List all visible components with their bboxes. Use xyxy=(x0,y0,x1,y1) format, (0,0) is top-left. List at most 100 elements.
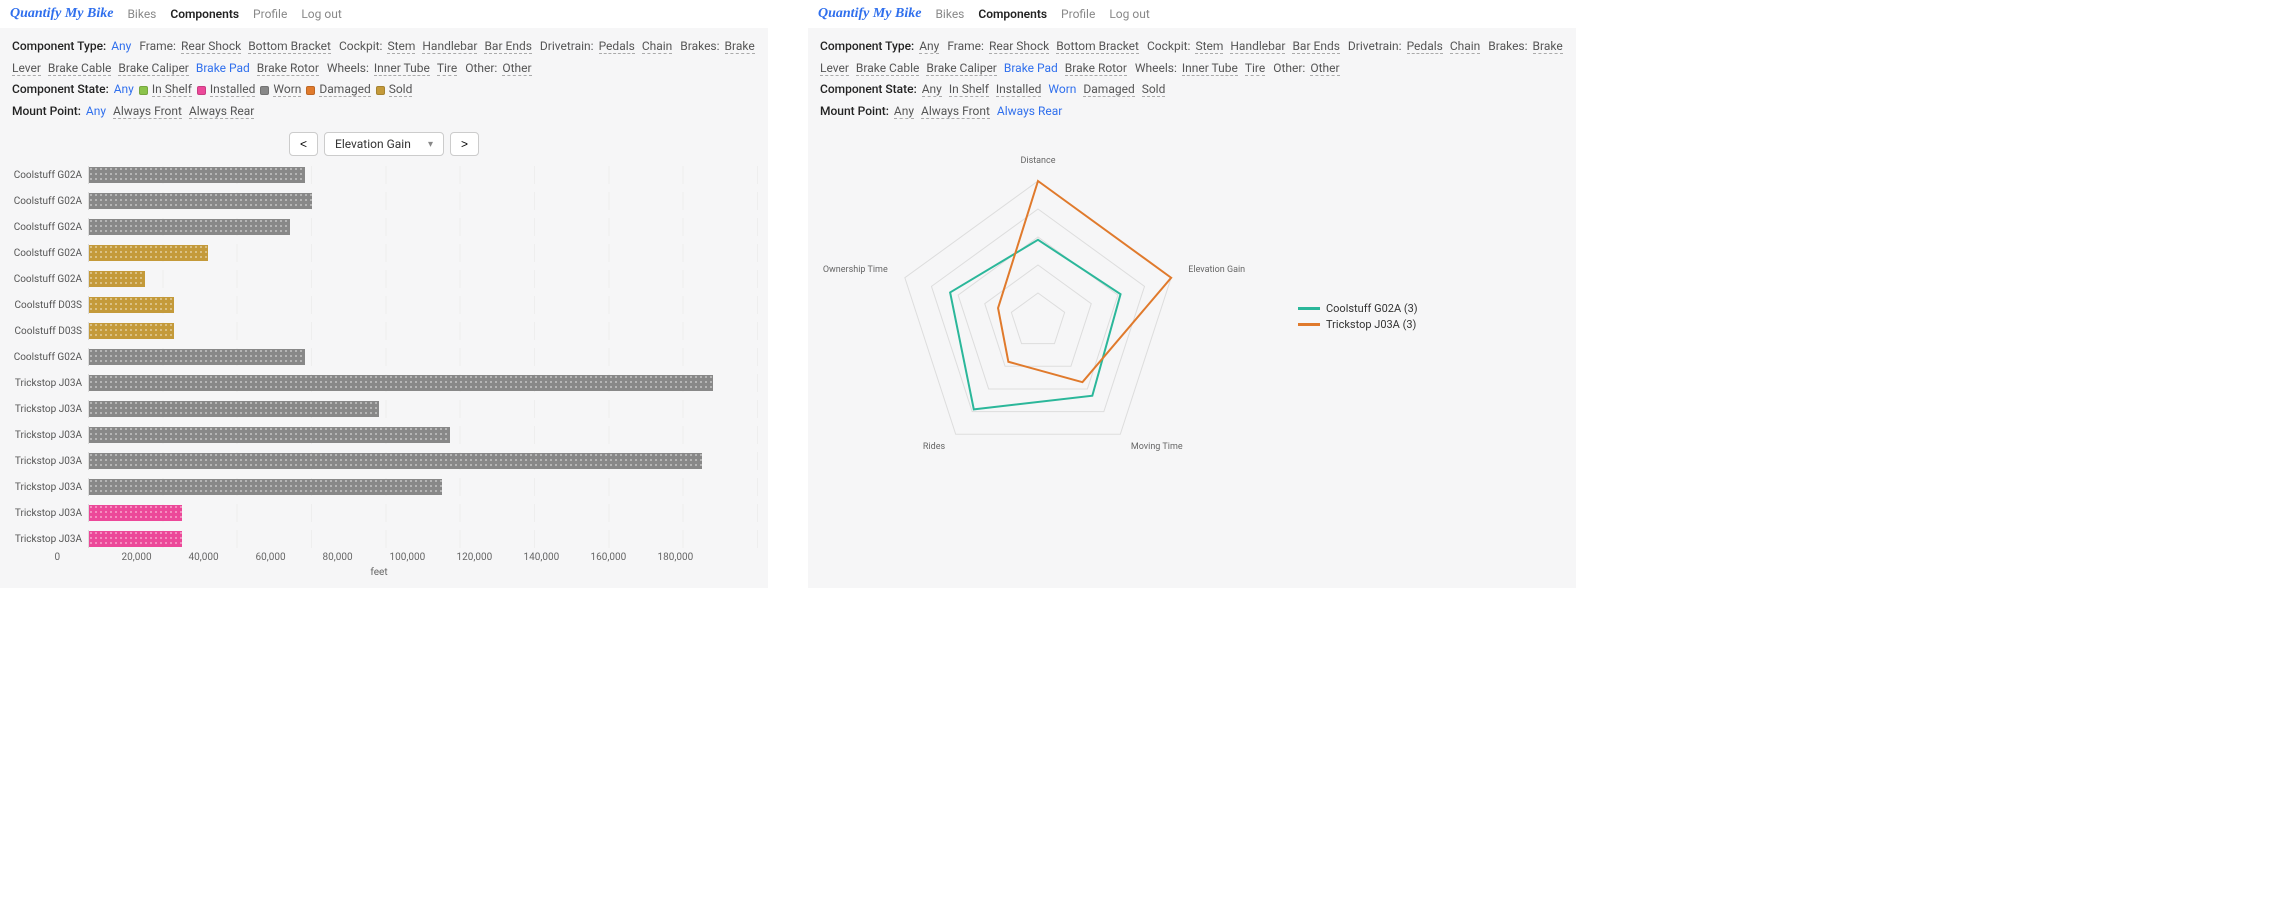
bar-label: Trickstop J03A xyxy=(0,508,88,519)
brand-logo[interactable]: Quantify My Bike xyxy=(818,6,921,22)
component-type-option[interactable]: Brake Caliper xyxy=(926,61,996,76)
radar-series[interactable] xyxy=(950,240,1120,410)
chart-metric-controls: < Elevation Gain ▾ > xyxy=(0,126,768,162)
bar[interactable] xyxy=(89,245,208,261)
component-state-option[interactable]: Damaged xyxy=(1083,82,1134,97)
filter-label: Component Type: xyxy=(820,39,914,53)
panel-left: Quantify My Bike Bikes Components Profil… xyxy=(0,0,768,588)
bar[interactable] xyxy=(89,323,174,339)
bar-label: Coolstuff D03S xyxy=(0,326,88,337)
radar-axis-label: Rides xyxy=(923,442,946,452)
bar[interactable] xyxy=(89,297,174,313)
filter-any[interactable]: Any xyxy=(111,39,131,53)
component-type-option[interactable]: Tire xyxy=(1245,61,1265,76)
nav-bikes[interactable]: Bikes xyxy=(127,7,156,21)
component-type-option[interactable]: Rear Shock xyxy=(181,39,241,54)
bar[interactable] xyxy=(89,219,290,235)
filter-label: Component State: xyxy=(12,82,109,96)
component-type-option[interactable]: Chain xyxy=(1450,39,1481,54)
component-type-option[interactable]: Pedals xyxy=(599,39,635,54)
bar[interactable] xyxy=(89,479,442,495)
mount-point-option[interactable]: Always Front xyxy=(113,104,182,119)
nav-components[interactable]: Components xyxy=(170,7,239,21)
mount-point-option[interactable]: Always Front xyxy=(921,104,990,119)
bar-label: Trickstop J03A xyxy=(0,534,88,545)
filter-any[interactable]: Any xyxy=(894,104,914,119)
bar[interactable] xyxy=(89,167,305,183)
nav-profile[interactable]: Profile xyxy=(253,7,287,21)
filter-any[interactable]: Any xyxy=(922,82,942,97)
bar[interactable] xyxy=(89,271,145,287)
bar[interactable] xyxy=(89,427,450,443)
component-type-option[interactable]: Brake Cable xyxy=(856,61,920,76)
component-state-option[interactable]: Sold xyxy=(1142,82,1166,97)
bar[interactable] xyxy=(89,505,182,521)
component-type-option[interactable]: Brake Pad xyxy=(1004,61,1058,75)
bar-row: Trickstop J03A xyxy=(0,448,758,474)
component-type-option[interactable]: Bottom Bracket xyxy=(248,39,331,54)
component-type-option[interactable]: Handlebar xyxy=(1230,39,1285,54)
component-type-option[interactable]: Bar Ends xyxy=(1292,39,1339,54)
component-state-option[interactable]: Sold xyxy=(389,82,413,97)
radar-series[interactable] xyxy=(998,181,1171,382)
filter-any[interactable]: Any xyxy=(86,104,106,118)
prev-metric-button[interactable]: < xyxy=(289,132,318,156)
component-type-option[interactable]: Brake Rotor xyxy=(257,61,319,76)
bar-label: Trickstop J03A xyxy=(0,404,88,415)
component-type-option[interactable]: Bar Ends xyxy=(484,39,531,54)
nav-logout[interactable]: Log out xyxy=(1109,7,1149,21)
component-state-option[interactable]: Worn xyxy=(273,82,301,97)
filter-component-state: Component State: Any In Shelf Installed … xyxy=(12,79,756,101)
component-type-option[interactable]: Other xyxy=(1310,61,1339,76)
component-type-option[interactable]: Brake Rotor xyxy=(1065,61,1127,76)
component-type-option[interactable]: Bottom Bracket xyxy=(1056,39,1139,54)
x-tick: 100,000 xyxy=(390,552,457,563)
legend-item[interactable]: Trickstop J03A (3) xyxy=(1298,318,1418,331)
component-type-option[interactable]: Handlebar xyxy=(422,39,477,54)
bar[interactable] xyxy=(89,531,182,547)
component-type-option[interactable]: Stem xyxy=(1195,39,1223,54)
radar-axis-label: Elevation Gain xyxy=(1188,266,1245,276)
bar-row: Coolstuff G02A xyxy=(0,266,758,292)
bar[interactable] xyxy=(89,401,379,417)
component-type-option[interactable]: Inner Tube xyxy=(1182,61,1238,76)
nav-bikes[interactable]: Bikes xyxy=(935,7,964,21)
component-type-option[interactable]: Inner Tube xyxy=(374,61,430,76)
bar-label: Coolstuff G02A xyxy=(0,274,88,285)
component-state-option[interactable]: Installed xyxy=(210,82,256,97)
bar[interactable] xyxy=(89,453,702,469)
nav-logout[interactable]: Log out xyxy=(301,7,341,21)
mount-point-option[interactable]: Always Rear xyxy=(997,104,1062,118)
bar[interactable] xyxy=(89,375,713,391)
component-state-option[interactable]: Damaged xyxy=(319,82,370,97)
nav-profile[interactable]: Profile xyxy=(1061,7,1095,21)
bar-label: Coolstuff G02A xyxy=(0,196,88,207)
bar[interactable] xyxy=(89,193,312,209)
component-type-option[interactable]: Other xyxy=(502,61,531,76)
radar-axis-label: Ownership Time xyxy=(823,266,888,276)
component-type-option[interactable]: Chain xyxy=(642,39,673,54)
legend-item[interactable]: Coolstuff G02A (3) xyxy=(1298,302,1418,315)
component-type-option[interactable]: Stem xyxy=(387,39,415,54)
component-type-option[interactable]: Rear Shock xyxy=(989,39,1049,54)
filter-any[interactable]: Any xyxy=(919,39,939,54)
top-nav: Quantify My Bike Bikes Components Profil… xyxy=(808,0,1576,28)
mount-point-option[interactable]: Always Rear xyxy=(189,104,254,119)
bar[interactable] xyxy=(89,349,305,365)
component-type-option[interactable]: Brake Caliper xyxy=(118,61,188,76)
bar-label: Trickstop J03A xyxy=(0,482,88,493)
brand-logo[interactable]: Quantify My Bike xyxy=(10,6,113,22)
component-state-option[interactable]: In Shelf xyxy=(949,82,989,97)
next-metric-button[interactable]: > xyxy=(450,132,479,156)
component-type-option[interactable]: Tire xyxy=(437,61,457,76)
filter-any[interactable]: Any xyxy=(114,82,134,96)
component-state-option[interactable]: Installed xyxy=(996,82,1042,97)
component-state-option[interactable]: Worn xyxy=(1048,82,1076,96)
component-type-option[interactable]: Pedals xyxy=(1407,39,1443,54)
nav-components[interactable]: Components xyxy=(978,7,1047,21)
component-state-option[interactable]: In Shelf xyxy=(152,82,192,97)
filter-label: Mount Point: xyxy=(820,104,889,118)
component-type-option[interactable]: Brake Cable xyxy=(48,61,112,76)
component-type-option[interactable]: Brake Pad xyxy=(196,61,250,75)
metric-select[interactable]: Elevation Gain ▾ xyxy=(324,132,444,156)
